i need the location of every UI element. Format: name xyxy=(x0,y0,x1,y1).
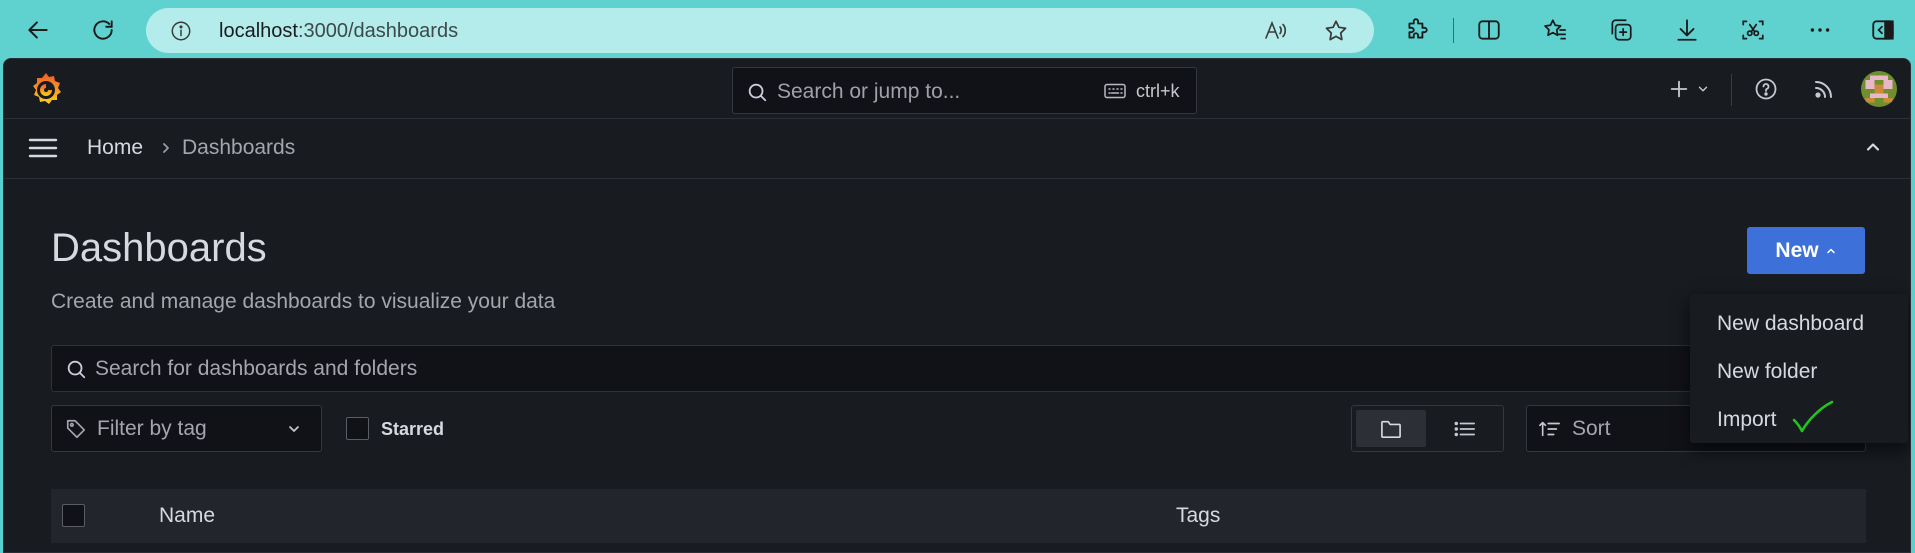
favorites-icon xyxy=(1544,19,1566,40)
chevron-down-icon xyxy=(286,421,302,437)
home-logo-link[interactable] xyxy=(28,71,64,107)
page-title: Dashboards xyxy=(51,226,267,270)
search-icon xyxy=(65,358,87,380)
back-button[interactable] xyxy=(18,10,58,50)
new-dropdown-menu: New dashboard New folder Import xyxy=(1690,294,1908,443)
add-new-menu-button[interactable] xyxy=(1664,76,1714,102)
menu-item-new-folder[interactable]: New folder xyxy=(1690,348,1908,396)
column-header-tags: Tags xyxy=(1176,504,1221,527)
favorite-star-icon xyxy=(1325,20,1347,41)
top-bar: Search or jump to... ctrl+k xyxy=(4,59,1910,119)
breadcrumb-bar: Home Dashboards xyxy=(4,119,1910,179)
breadcrumb-home-link[interactable]: Home xyxy=(87,136,143,160)
grafana-logo-icon xyxy=(33,73,61,104)
global-search-bar[interactable]: Search or jump to... ctrl+k xyxy=(732,67,1197,114)
news-rss-icon xyxy=(1815,81,1832,98)
menu-item-label: Import xyxy=(1717,408,1777,431)
keyboard-icon xyxy=(1104,83,1126,99)
extensions-icon xyxy=(1408,18,1428,39)
list-view-button[interactable] xyxy=(1430,410,1500,447)
menu-item-label: New dashboard xyxy=(1717,312,1865,335)
download-icon xyxy=(1677,19,1697,41)
toolbar-divider xyxy=(1453,18,1454,43)
menu-icon xyxy=(28,138,58,158)
collapse-topbar-button[interactable] xyxy=(1863,137,1883,157)
screenshot-button[interactable] xyxy=(1733,10,1773,50)
topbar-divider xyxy=(1731,74,1732,106)
url-path: :3000/dashboards xyxy=(297,20,459,42)
checkmark-icon xyxy=(1792,400,1834,433)
more-icon xyxy=(1810,28,1830,32)
column-header-name[interactable]: Name xyxy=(159,504,215,528)
search-icon xyxy=(746,81,768,103)
address-bar[interactable]: localhost:3000/dashboards xyxy=(146,8,1374,53)
sidebar-button[interactable] xyxy=(1863,10,1903,50)
refresh-icon xyxy=(93,20,113,40)
browser-toolbar: localhost:3000/dashboards xyxy=(0,0,1915,60)
url-text[interactable]: localhost:3000/dashboards xyxy=(219,20,458,43)
dashboard-search-placeholder: Search for dashboards and folders xyxy=(95,357,418,380)
search-shortcut-hint: ctrl+k xyxy=(1136,81,1180,101)
menu-item-new-dashboard[interactable]: New dashboard xyxy=(1690,300,1908,348)
grafana-app: Search or jump to... ctrl+k Home Dashboa… xyxy=(3,58,1911,553)
site-info-button[interactable] xyxy=(170,20,192,42)
sidebar-icon xyxy=(1872,20,1894,40)
read-aloud-icon xyxy=(1265,20,1287,39)
avatar-image xyxy=(1861,71,1897,107)
split-screen-button[interactable] xyxy=(1469,10,1509,50)
url-host: localhost xyxy=(219,20,298,42)
folder-view-button[interactable] xyxy=(1356,410,1426,447)
screenshot-icon xyxy=(1742,20,1764,40)
chevron-up-icon xyxy=(1826,248,1835,253)
help-icon xyxy=(1755,78,1777,100)
sort-icon xyxy=(1539,419,1561,439)
dashboard-table-header: Name Tags xyxy=(51,489,1866,543)
tag-icon xyxy=(65,418,87,440)
view-mode-toggle xyxy=(1351,405,1504,452)
folder-view-icon xyxy=(1381,420,1401,438)
info-icon xyxy=(171,21,191,41)
tag-filter-select[interactable]: Filter by tag xyxy=(51,405,322,452)
sort-placeholder: Sort xyxy=(1572,417,1611,440)
new-button[interactable]: New xyxy=(1747,227,1865,274)
breadcrumb-separator-icon xyxy=(160,140,172,156)
dashboard-search-input[interactable]: Search for dashboards and folders xyxy=(51,345,1871,392)
news-button[interactable] xyxy=(1811,76,1837,102)
back-icon xyxy=(28,21,48,39)
refresh-button[interactable] xyxy=(83,10,123,50)
starred-label[interactable]: Starred xyxy=(381,419,444,440)
downloads-button[interactable] xyxy=(1667,10,1707,50)
user-avatar[interactable] xyxy=(1861,71,1897,107)
page-subtitle: Create and manage dashboards to visualiz… xyxy=(51,290,556,313)
select-all-checkbox[interactable] xyxy=(62,504,85,527)
read-aloud-button[interactable] xyxy=(1263,18,1289,44)
collections-icon xyxy=(1611,19,1632,41)
chevron-up-icon xyxy=(1866,143,1880,151)
menu-item-import[interactable]: Import xyxy=(1690,396,1908,444)
help-button[interactable] xyxy=(1753,76,1779,102)
tag-filter-placeholder: Filter by tag xyxy=(97,417,207,440)
collections-button[interactable] xyxy=(1601,10,1641,50)
add-favorite-button[interactable] xyxy=(1323,18,1349,44)
breadcrumb-current: Dashboards xyxy=(182,136,296,159)
split-screen-icon xyxy=(1478,20,1500,40)
chevron-down-icon xyxy=(1698,86,1708,92)
favorites-button[interactable] xyxy=(1535,10,1575,50)
new-button-label: New xyxy=(1775,238,1819,262)
more-options-button[interactable] xyxy=(1800,10,1840,50)
list-view-icon xyxy=(1454,421,1475,436)
starred-checkbox[interactable] xyxy=(346,417,369,440)
main-menu-button[interactable] xyxy=(28,136,58,160)
global-search-placeholder: Search or jump to... xyxy=(777,80,961,103)
extensions-button[interactable] xyxy=(1397,10,1437,50)
plus-icon xyxy=(1670,80,1688,98)
menu-item-label: New folder xyxy=(1717,360,1818,383)
